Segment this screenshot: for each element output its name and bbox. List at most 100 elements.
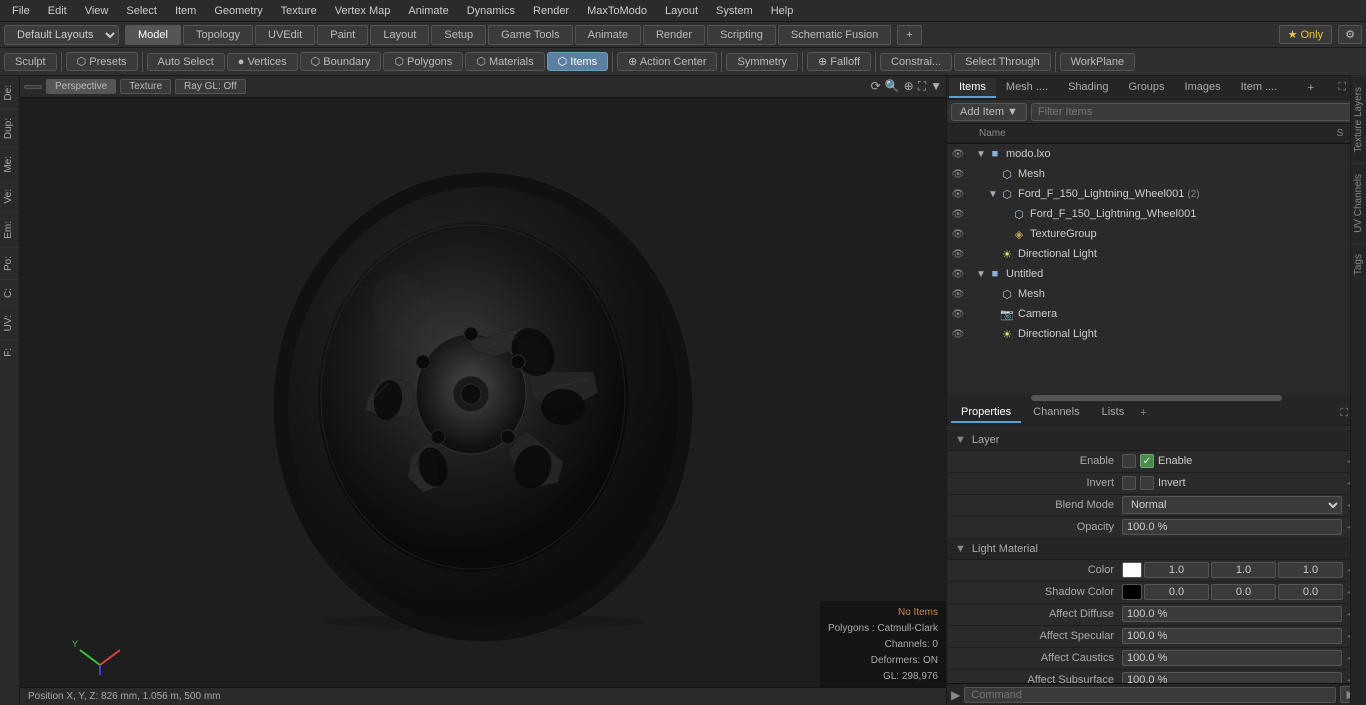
layout-settings-btn[interactable]: ⚙	[1338, 25, 1362, 44]
blend-mode-select[interactable]: Normal	[1122, 496, 1342, 514]
menu-help[interactable]: Help	[763, 3, 802, 19]
eye-icon[interactable]: 👁	[949, 325, 967, 343]
affect-caustics-input[interactable]	[1122, 650, 1342, 666]
menu-view[interactable]: View	[77, 3, 117, 19]
right-panel-expand-icon[interactable]: ⛶	[1338, 81, 1346, 94]
menu-render[interactable]: Render	[525, 3, 577, 19]
right-tab-add[interactable]: +	[1302, 79, 1320, 97]
menu-maxtomodo[interactable]: MaxToModo	[579, 3, 655, 19]
layout-dropdown[interactable]: Default Layouts	[4, 25, 119, 45]
left-tab-me[interactable]: Me:	[0, 147, 19, 181]
edge-tab-texture-layers[interactable]: Texture Layers	[1351, 76, 1366, 163]
right-tab-images[interactable]: Images	[1175, 78, 1231, 98]
shadow-g-input[interactable]	[1211, 584, 1276, 600]
list-item[interactable]: 👁 📷 Camera	[947, 304, 1366, 324]
tree-arrow[interactable]: ▼	[975, 149, 987, 160]
filter-items-input[interactable]	[1031, 103, 1362, 121]
layer-section-header[interactable]: ▼ Layer	[947, 430, 1366, 451]
left-tab-dup[interactable]: Dup:	[0, 109, 19, 147]
color-swatch[interactable]	[1122, 562, 1142, 578]
menu-dynamics[interactable]: Dynamics	[459, 3, 523, 19]
color-b-input[interactable]	[1278, 562, 1343, 578]
list-item[interactable]: 👁 ☀ Directional Light	[947, 324, 1366, 344]
add-item-btn[interactable]: Add Item ▼	[951, 103, 1027, 121]
vp-perspective-btn[interactable]: Perspective	[46, 79, 116, 94]
layout-tab-render[interactable]: Render	[643, 25, 705, 45]
enable-checkbox-inner[interactable]: ✓	[1140, 454, 1154, 468]
props-tab-channels[interactable]: Channels	[1023, 403, 1089, 423]
falloff-btn[interactable]: ⊕ Falloff	[807, 52, 871, 71]
affect-diffuse-input[interactable]	[1122, 606, 1342, 622]
action-center-btn[interactable]: ⊕ Action Center	[617, 52, 717, 71]
props-tab-add[interactable]: +	[1140, 407, 1146, 419]
shadow-r-input[interactable]	[1144, 584, 1209, 600]
list-item[interactable]: 👁 ☀ Directional Light	[947, 244, 1366, 264]
edge-tab-tags[interactable]: Tags	[1351, 243, 1366, 285]
left-tab-ve[interactable]: Ve:	[0, 180, 19, 211]
color-g-input[interactable]	[1211, 562, 1276, 578]
props-tab-lists[interactable]: Lists	[1092, 403, 1135, 423]
right-tab-items[interactable]: Items	[949, 78, 996, 98]
presets-btn[interactable]: ⬡ Presets	[66, 52, 138, 71]
list-item[interactable]: 👁 ▼ ⬡ Ford_F_150_Lightning_Wheel001 (2)	[947, 184, 1366, 204]
layout-tab-animate[interactable]: Animate	[575, 25, 641, 45]
left-tab-uv[interactable]: UV:	[0, 306, 19, 339]
eye-icon[interactable]: 👁	[949, 145, 967, 163]
vp-zoom-icon[interactable]: 🔍	[885, 79, 900, 94]
eye-icon[interactable]: 👁	[949, 185, 967, 203]
edge-tab-uv-channels[interactable]: UV Channels	[1351, 163, 1366, 243]
tree-arrow[interactable]: ▼	[987, 189, 999, 200]
left-tab-f[interactable]: F:	[0, 339, 19, 365]
vp-texture-btn[interactable]: Texture	[120, 79, 171, 94]
menu-animate[interactable]: Animate	[400, 3, 456, 19]
menu-geometry[interactable]: Geometry	[206, 3, 270, 19]
layout-tab-add[interactable]: +	[897, 25, 921, 45]
eye-icon[interactable]: 👁	[949, 205, 967, 223]
layout-tab-scripting[interactable]: Scripting	[707, 25, 776, 45]
star-only-btn[interactable]: ★ Only	[1279, 25, 1333, 44]
left-tab-po[interactable]: Po:	[0, 247, 19, 279]
vp-pan-icon[interactable]: ⊕	[904, 79, 914, 94]
eye-icon[interactable]: 👁	[949, 225, 967, 243]
menu-layout[interactable]: Layout	[657, 3, 706, 19]
list-item[interactable]: 👁 ⬡ Ford_F_150_Lightning_Wheel001	[947, 204, 1366, 224]
menu-select[interactable]: Select	[118, 3, 165, 19]
items-scrollbar[interactable]	[947, 394, 1366, 402]
layout-tab-topology[interactable]: Topology	[183, 25, 253, 45]
sculpt-btn[interactable]: Sculpt	[4, 53, 57, 71]
list-item[interactable]: 👁 ▼ ■ Untitled	[947, 264, 1366, 284]
tree-arrow[interactable]: ▼	[975, 269, 987, 280]
vp-expand-icon[interactable]: ⛶	[918, 79, 926, 94]
layout-tab-paint[interactable]: Paint	[317, 25, 368, 45]
color-r-input[interactable]	[1144, 562, 1209, 578]
symmetry-btn[interactable]: Symmetry	[726, 53, 798, 71]
items-scroll-thumb[interactable]	[1031, 395, 1282, 401]
shadow-color-swatch[interactable]	[1122, 584, 1142, 600]
opacity-input[interactable]	[1122, 519, 1342, 535]
workplane-btn[interactable]: WorkPlane	[1060, 53, 1136, 71]
right-tab-item[interactable]: Item ....	[1231, 78, 1288, 98]
eye-icon[interactable]: 👁	[949, 265, 967, 283]
boundary-btn[interactable]: ⬡ Boundary	[300, 52, 382, 71]
list-item[interactable]: 👁 ⬡ Mesh	[947, 284, 1366, 304]
props-tab-properties[interactable]: Properties	[951, 403, 1021, 423]
menu-system[interactable]: System	[708, 3, 761, 19]
vertices-btn[interactable]: ● Vertices	[227, 53, 298, 71]
vp-menu-icon[interactable]: ▼	[930, 79, 942, 94]
invert-checkbox-inner[interactable]	[1140, 476, 1154, 490]
materials-btn[interactable]: ⬡ Materials	[465, 52, 544, 71]
eye-icon[interactable]: 👁	[949, 285, 967, 303]
shadow-b-input[interactable]	[1278, 584, 1343, 600]
list-item[interactable]: 👁 ◈ TextureGroup	[947, 224, 1366, 244]
menu-edit[interactable]: Edit	[40, 3, 75, 19]
layout-tab-setup[interactable]: Setup	[431, 25, 486, 45]
select-through-btn[interactable]: Select Through	[954, 53, 1050, 71]
layout-tab-model[interactable]: Model	[125, 25, 181, 45]
vp-toggle[interactable]	[24, 85, 42, 89]
list-item[interactable]: 👁 ⬡ Mesh	[947, 164, 1366, 184]
layout-tab-layout[interactable]: Layout	[370, 25, 429, 45]
props-expand-icon[interactable]: ⛶	[1340, 407, 1348, 420]
invert-checkbox-outer[interactable]	[1122, 476, 1136, 490]
vp-rotate-icon[interactable]: ⟳	[871, 79, 881, 94]
command-input[interactable]	[964, 687, 1335, 703]
